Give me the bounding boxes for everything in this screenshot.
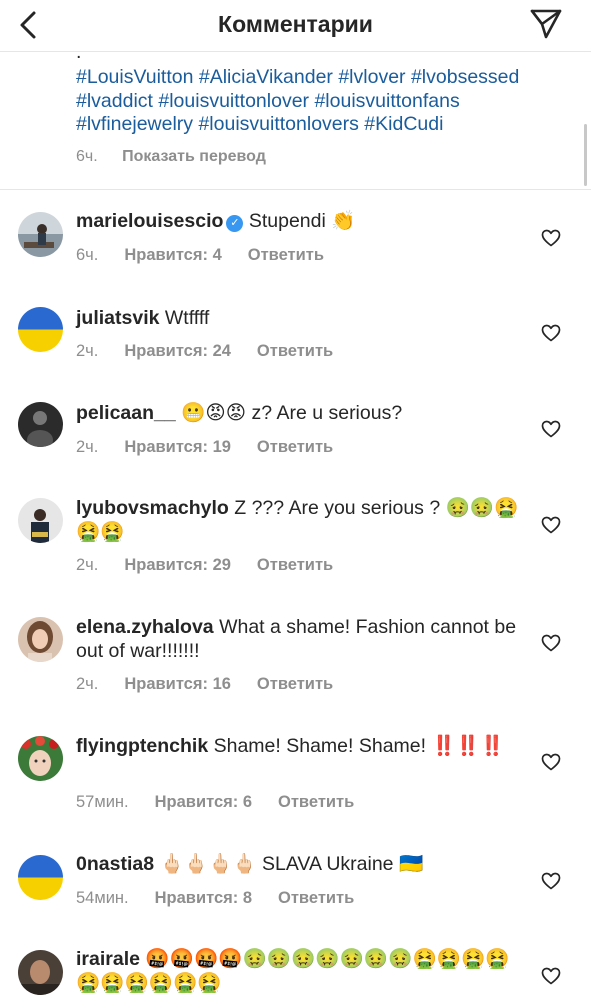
comment-age: 54мин. [76, 889, 129, 907]
like-button[interactable] [541, 324, 561, 342]
caption-hashtags[interactable]: #LouisVuitton #AliciaVikander #lvlover #… [76, 66, 519, 135]
avatar[interactable] [18, 950, 63, 995]
comment-age: 57мин. [76, 793, 129, 811]
heart-outline-icon [541, 967, 561, 985]
page-title: Комментарии [218, 11, 373, 37]
show-translation-link[interactable]: Показать перевод [122, 148, 266, 165]
heart-outline-icon [541, 229, 561, 247]
heart-outline-icon [541, 634, 561, 652]
caption-meta: 6ч. Показать перевод [76, 148, 266, 166]
comment-text: 🖕🏻🖕🏻🖕🏻🖕🏻 SLAVA Ukraine 🇺🇦 [159, 853, 424, 875]
comment-text: Wtffff [164, 307, 210, 329]
reply-button[interactable]: Ответить [248, 246, 324, 265]
comment-age: 2ч. [76, 438, 99, 456]
comment-text: Shame! Shame! Shame! ‼️‼️‼️ [213, 735, 505, 757]
reply-button[interactable]: Ответить [278, 793, 354, 812]
like-button[interactable] [541, 872, 561, 890]
reply-button[interactable]: Ответить [257, 556, 333, 575]
comment-likes[interactable]: Нравится: 4 [124, 246, 221, 265]
like-button[interactable] [541, 420, 561, 438]
share-button[interactable] [529, 8, 563, 40]
caption-divider [0, 189, 591, 190]
reply-button[interactable]: Ответить [257, 675, 333, 694]
avatar[interactable] [18, 617, 63, 662]
comment-text: 😬😡😡 z? Are u serious? [181, 402, 403, 424]
back-button[interactable] [14, 8, 42, 42]
post-caption: . #LouisVuitton #AliciaVikander #lvlover… [76, 41, 566, 137]
avatar[interactable] [18, 498, 63, 543]
comment-likes[interactable]: Нравится: 19 [124, 438, 231, 457]
comment-username[interactable]: elena.zyhalova [76, 616, 214, 638]
heart-outline-icon [541, 753, 561, 771]
caption-dot: . [76, 41, 82, 63]
comment-username[interactable]: 0nastia8 [76, 853, 154, 875]
comment-likes[interactable]: Нравится: 29 [124, 556, 231, 575]
heart-outline-icon [541, 420, 561, 438]
comment-username[interactable]: marielouisescio [76, 210, 223, 232]
like-button[interactable] [541, 516, 561, 534]
like-button[interactable] [541, 229, 561, 247]
comment-username[interactable]: juliatsvik [76, 307, 159, 329]
comment-likes[interactable]: Нравится: 16 [124, 675, 231, 694]
avatar[interactable] [18, 402, 63, 447]
comment-text: Stupendi 👏 [248, 210, 356, 232]
comment-likes[interactable]: Нравится: 6 [155, 793, 252, 812]
comment-username[interactable]: lyubovsmachylo [76, 497, 229, 519]
scrollbar[interactable] [584, 124, 587, 186]
reply-button[interactable]: Ответить [278, 889, 354, 908]
avatar[interactable] [18, 855, 63, 900]
comment-username[interactable]: irairale [76, 948, 140, 970]
comment-age: 2ч. [76, 675, 99, 693]
verified-badge-icon: ✓ [226, 215, 244, 232]
reply-button[interactable]: Ответить [257, 342, 333, 361]
paper-plane-icon [530, 9, 562, 39]
caption-age: 6ч. [76, 148, 98, 165]
comment-likes[interactable]: Нравится: 24 [124, 342, 231, 361]
comment-text: 🤬🤬🤬🤬🤢🤢🤢🤢🤢🤢🤢🤮🤮🤮🤮🤮🤮🤮🤮🤮🤮 [76, 948, 510, 994]
comment-age: 6ч. [76, 246, 99, 264]
avatar[interactable] [18, 307, 63, 352]
comment-username[interactable]: pelicaan__ [76, 402, 176, 424]
comment-likes[interactable]: Нравится: 8 [155, 889, 252, 908]
avatar[interactable] [18, 212, 63, 257]
heart-outline-icon [541, 872, 561, 890]
comment-age: 2ч. [76, 342, 99, 360]
like-button[interactable] [541, 634, 561, 652]
heart-outline-icon [541, 324, 561, 342]
avatar[interactable] [18, 736, 63, 781]
like-button[interactable] [541, 967, 561, 985]
comment-age: 2ч. [76, 556, 99, 574]
chevron-left-icon [20, 11, 36, 39]
comment-username[interactable]: flyingptenchik [76, 735, 208, 757]
like-button[interactable] [541, 753, 561, 771]
heart-outline-icon [541, 516, 561, 534]
reply-button[interactable]: Ответить [257, 438, 333, 457]
